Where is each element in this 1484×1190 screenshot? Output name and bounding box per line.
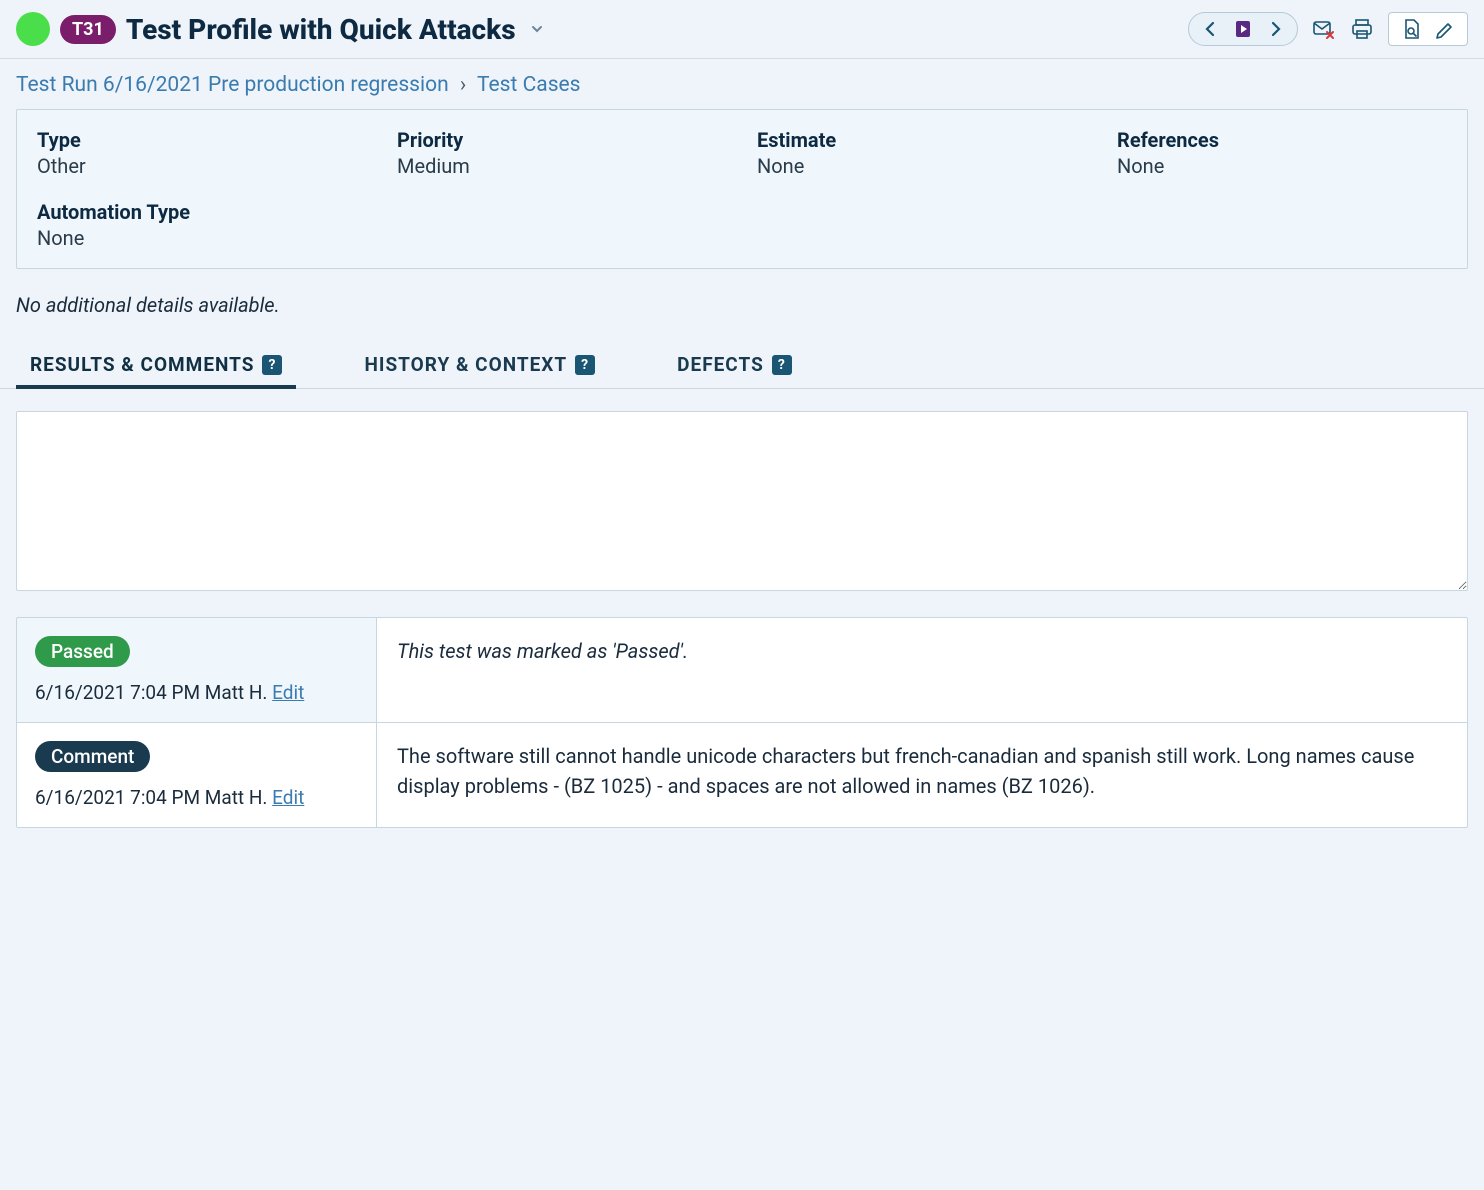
meta-priority-value: Medium xyxy=(397,154,727,178)
page-title: Test Profile with Quick Attacks xyxy=(126,13,516,46)
result-timestamp-author: 6/16/2021 7:04 PM Matt H. Edit xyxy=(35,786,358,809)
result-meta-cell: Comment 6/16/2021 7:04 PM Matt H. Edit xyxy=(17,723,377,827)
no-details-text: No additional details available. xyxy=(0,283,1484,343)
meta-type-label: Type xyxy=(37,128,367,152)
print-icon[interactable] xyxy=(1350,17,1374,41)
help-icon[interactable]: ? xyxy=(772,355,792,375)
result-meta-cell: Passed 6/16/2021 7:04 PM Matt H. Edit xyxy=(17,618,377,722)
meta-automation-label: Automation Type xyxy=(37,200,1447,224)
result-row: Passed 6/16/2021 7:04 PM Matt H. Edit This… xyxy=(17,618,1467,723)
status-pill: Comment xyxy=(35,741,150,772)
edit-icon[interactable] xyxy=(1433,17,1457,41)
comment-input[interactable] xyxy=(16,411,1468,591)
meta-type: Type Other xyxy=(37,128,367,178)
tab-results[interactable]: RESULTS & COMMENTS ? xyxy=(16,343,296,388)
edit-link[interactable]: Edit xyxy=(272,681,304,704)
email-delete-icon[interactable] xyxy=(1312,17,1336,41)
result-timestamp: 6/16/2021 7:04 PM Matt H. xyxy=(35,786,272,809)
meta-box: Type Other Priority Medium Estimate None… xyxy=(16,109,1468,269)
meta-estimate: Estimate None xyxy=(757,128,1087,178)
meta-references: References None xyxy=(1117,128,1447,178)
result-timestamp: 6/16/2021 7:04 PM Matt H. xyxy=(35,681,272,704)
result-timestamp-author: 6/16/2021 7:04 PM Matt H. Edit xyxy=(35,681,358,704)
header-actions xyxy=(1188,12,1468,46)
breadcrumb-sep: › xyxy=(454,73,472,97)
meta-priority: Priority Medium xyxy=(397,128,727,178)
help-icon[interactable]: ? xyxy=(575,355,595,375)
meta-automation: Automation Type None xyxy=(37,200,1447,250)
header-left: T31 Test Profile with Quick Attacks xyxy=(16,12,544,46)
doc-search-icon[interactable] xyxy=(1399,17,1423,41)
breadcrumb-run-link[interactable]: Test Run 6/16/2021 Pre production regres… xyxy=(16,73,449,97)
meta-references-label: References xyxy=(1117,128,1447,152)
test-id-badge: T31 xyxy=(60,15,116,44)
next-button[interactable] xyxy=(1263,17,1287,41)
meta-type-value: Other xyxy=(37,154,367,178)
result-body: This test was marked as 'Passed'. xyxy=(377,618,1467,722)
status-pill: Passed xyxy=(35,636,130,667)
slideshow-button[interactable] xyxy=(1231,17,1255,41)
prev-button[interactable] xyxy=(1199,17,1223,41)
results-list: Passed 6/16/2021 7:04 PM Matt H. Edit This… xyxy=(16,617,1468,828)
result-row: Comment 6/16/2021 7:04 PM Matt H. Edit The… xyxy=(17,723,1467,827)
edit-link[interactable]: Edit xyxy=(272,786,304,809)
breadcrumb-cases-link[interactable]: Test Cases xyxy=(477,73,580,97)
tab-defects[interactable]: DEFECTS ? xyxy=(663,343,806,388)
help-icon[interactable]: ? xyxy=(262,355,282,375)
doc-edit-group xyxy=(1388,12,1468,46)
tab-results-label: RESULTS & COMMENTS xyxy=(30,353,254,376)
meta-estimate-label: Estimate xyxy=(757,128,1087,152)
page-header: T31 Test Profile with Quick Attacks xyxy=(0,0,1484,59)
meta-automation-value: None xyxy=(37,226,1447,250)
title-dropdown-icon[interactable] xyxy=(530,22,544,36)
tab-history-label: HISTORY & CONTEXT xyxy=(364,353,567,376)
meta-priority-label: Priority xyxy=(397,128,727,152)
meta-references-value: None xyxy=(1117,154,1447,178)
nav-pill xyxy=(1188,12,1298,46)
tab-history[interactable]: HISTORY & CONTEXT ? xyxy=(350,343,609,388)
result-body: The software still cannot handle unicode… xyxy=(377,723,1467,827)
comment-area-wrap xyxy=(0,389,1484,617)
tab-defects-label: DEFECTS xyxy=(677,353,764,376)
tabs: RESULTS & COMMENTS ? HISTORY & CONTEXT ?… xyxy=(0,343,1484,389)
status-indicator xyxy=(16,12,50,46)
meta-estimate-value: None xyxy=(757,154,1087,178)
breadcrumb: Test Run 6/16/2021 Pre production regres… xyxy=(0,59,1484,109)
